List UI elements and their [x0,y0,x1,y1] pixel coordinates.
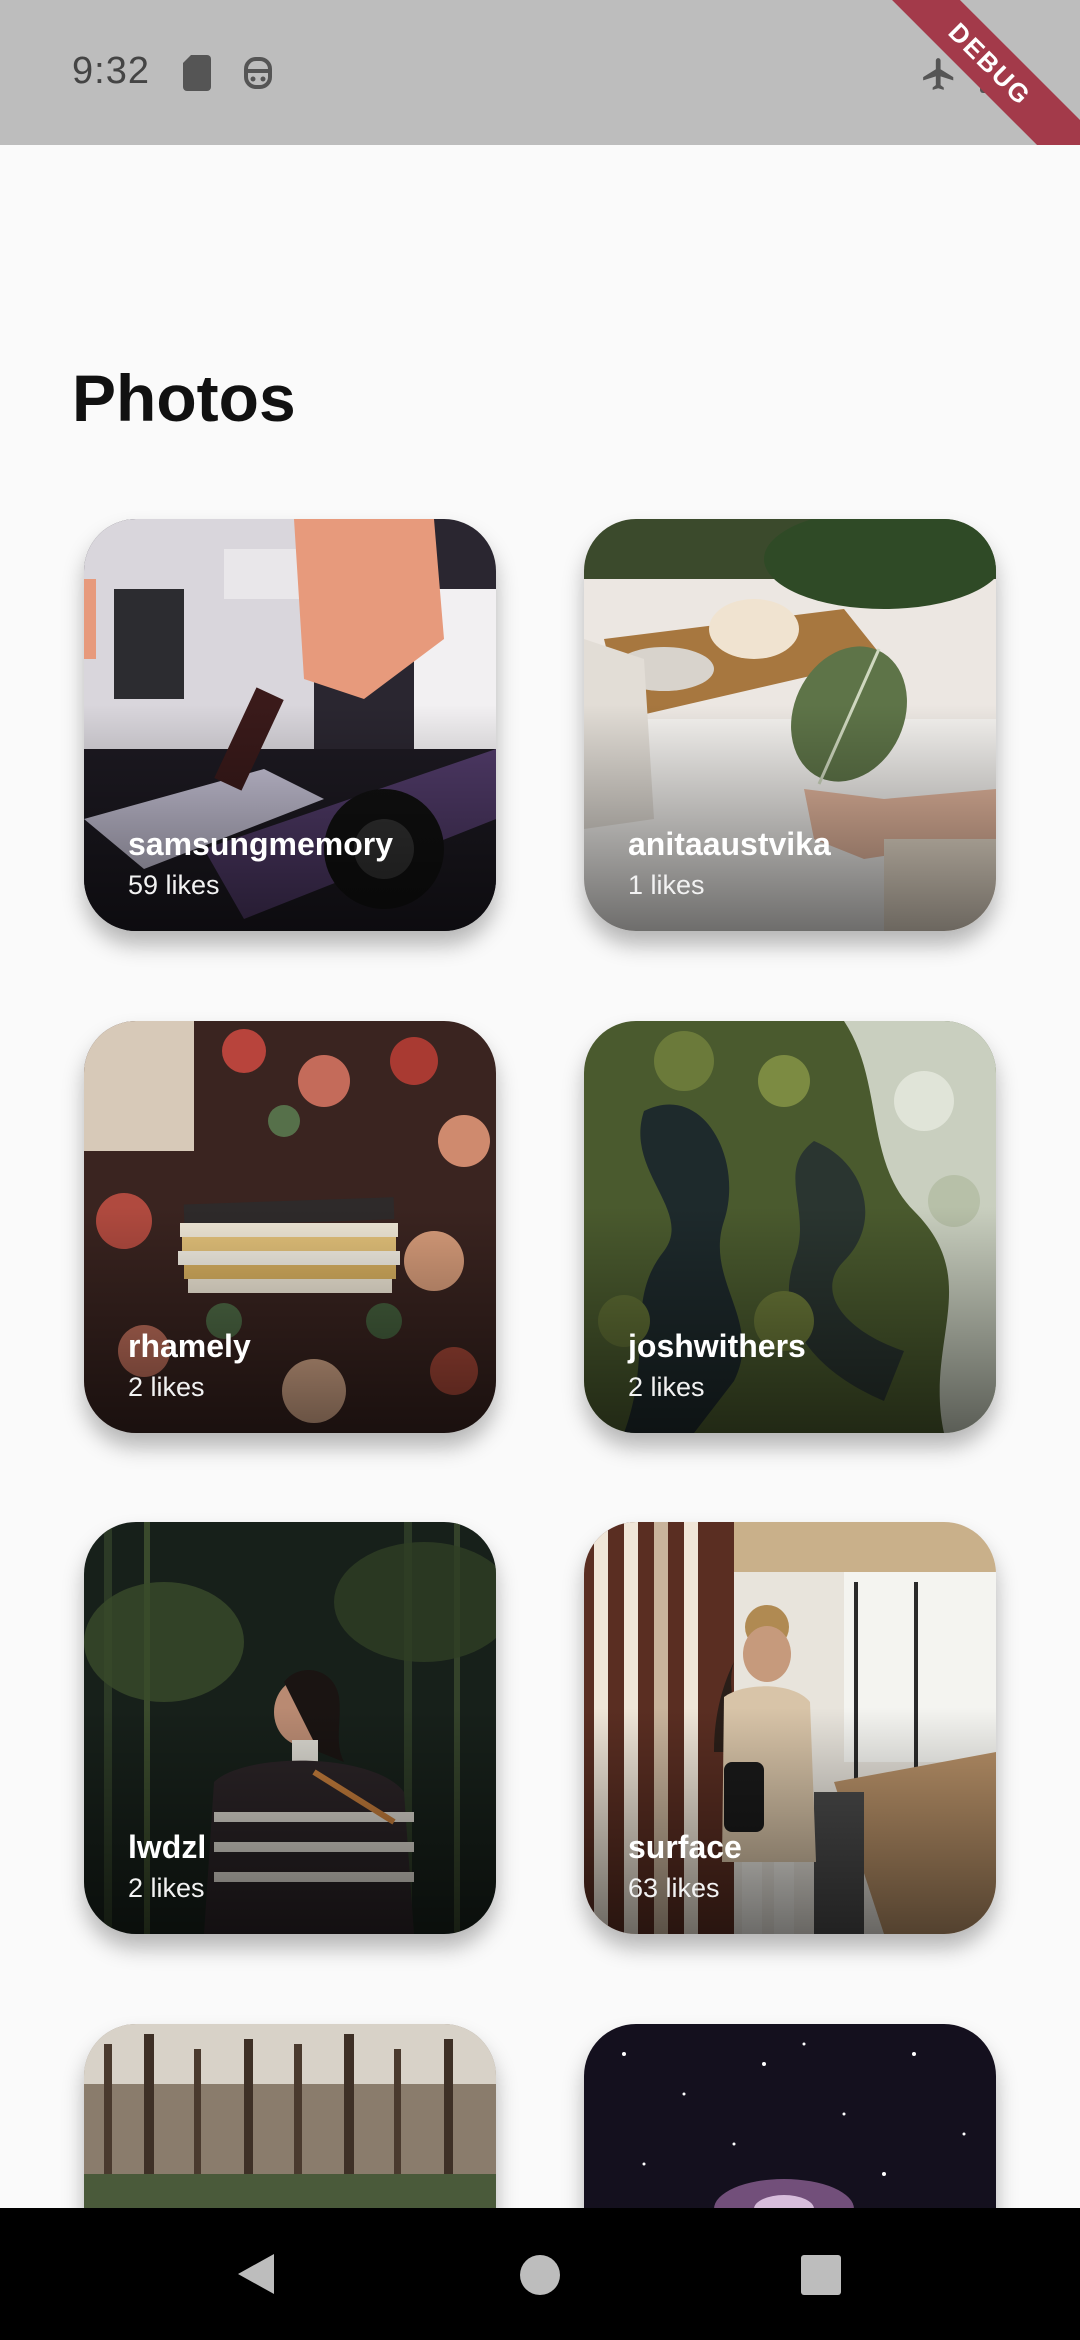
photo-card[interactable]: lwdzl 2 likes [84,1522,496,1934]
recents-icon[interactable] [801,2255,841,2295]
photo-card[interactable] [84,2024,496,2210]
photo-card[interactable]: rhamely 2 likes [84,1021,496,1433]
photo-likes: 63 likes [628,1873,720,1903]
photo-username: joshwithers [628,1328,806,1364]
photo-gradient [84,2024,496,2210]
photo-username: samsungmemory [128,826,393,862]
photo-likes: 1 likes [628,870,705,900]
home-icon[interactable] [519,2254,561,2296]
navigation-bar [0,2208,1080,2340]
photo-username: rhamely [128,1328,251,1364]
photo-likes: 2 likes [128,1372,205,1402]
back-icon[interactable] [236,2252,276,2296]
photo-gradient [584,2024,996,2210]
photo-likes: 2 likes [628,1372,705,1402]
photo-card[interactable]: anitaaustvika 1 likes [584,519,996,931]
photo-card[interactable]: surface 63 likes [584,1522,996,1934]
photo-username: anitaaustvika [628,826,831,862]
photo-card[interactable]: joshwithers 2 likes [584,1021,996,1433]
photo-likes: 59 likes [128,870,220,900]
photo-username: surface [628,1829,742,1865]
photo-username: lwdzl [128,1829,207,1865]
photo-grid: samsungmemory 59 likes anitaaustvika 1 l… [0,0,1080,2210]
photo-card[interactable]: samsungmemory 59 likes [84,519,496,931]
photo-likes: 2 likes [128,1873,205,1903]
photo-card[interactable] [584,2024,996,2210]
